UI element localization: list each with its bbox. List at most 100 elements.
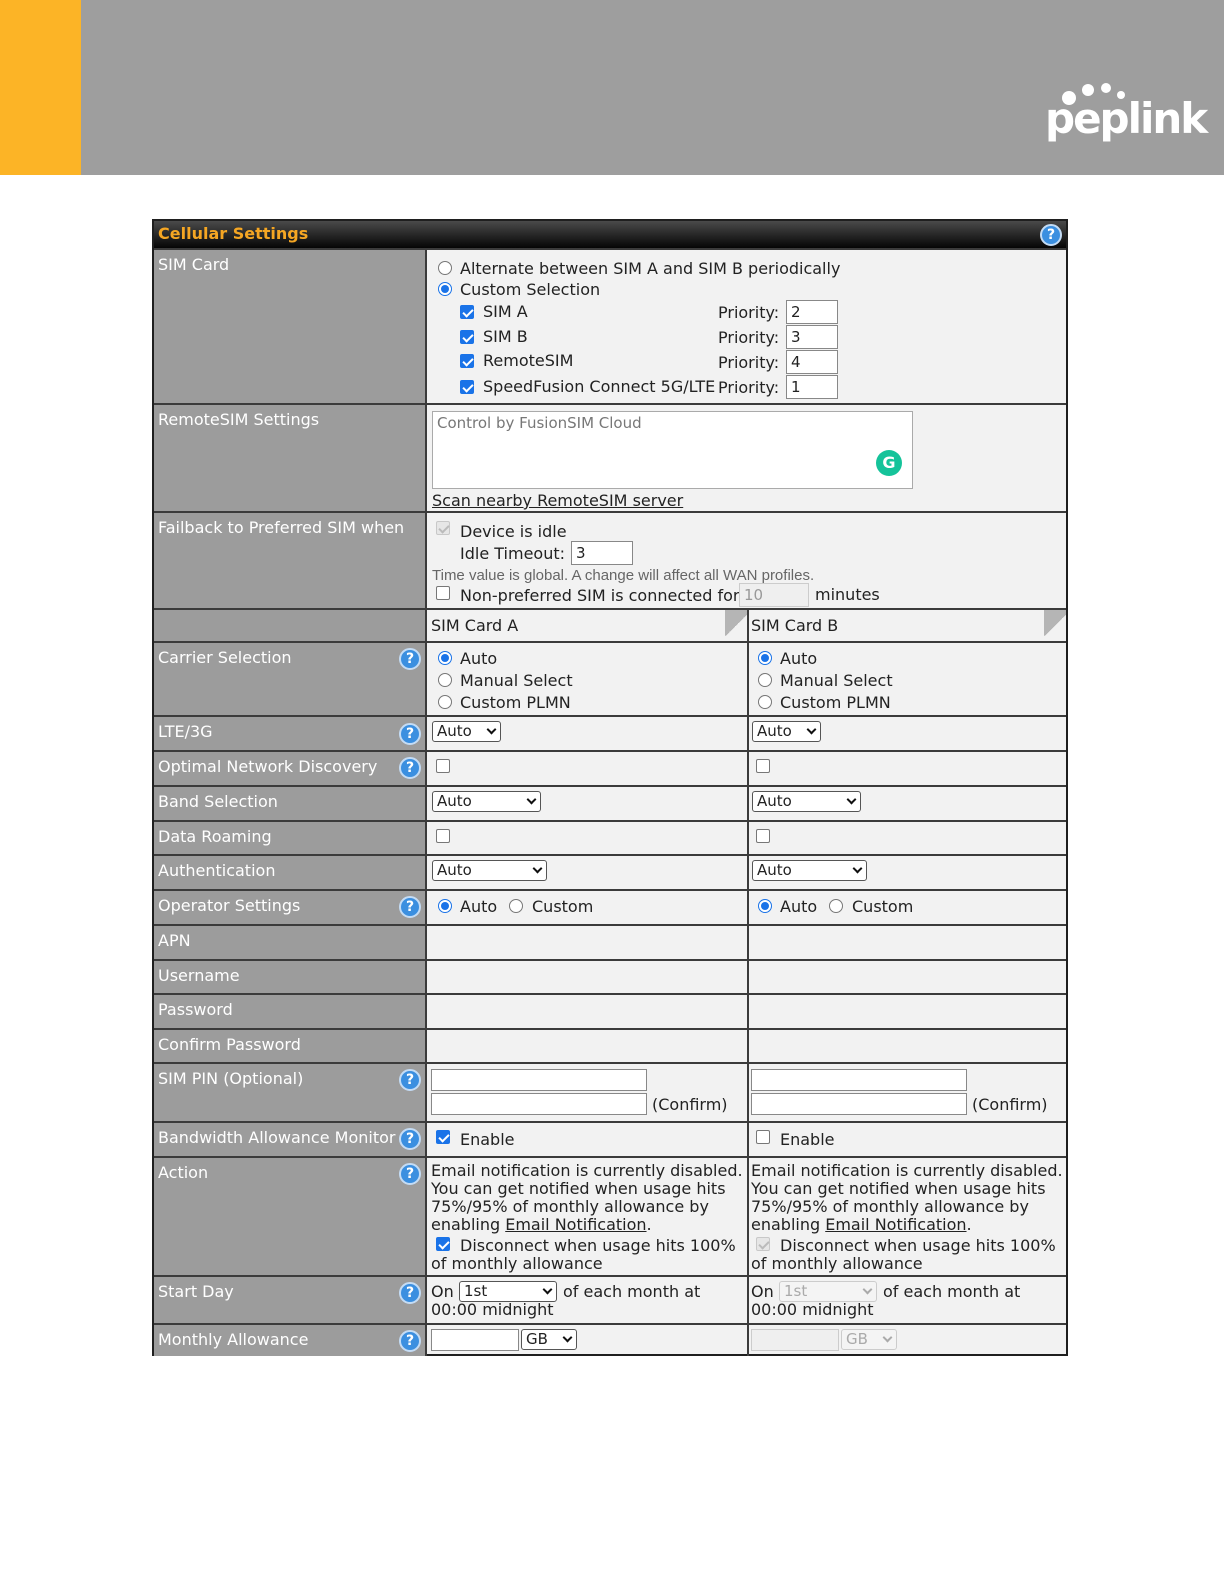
email-notification-link[interactable]: Email Notification	[825, 1215, 966, 1234]
row-password: Password	[154, 993, 1066, 1028]
row-remotesim: RemoteSIM Settings Control by FusionSIM …	[154, 403, 1066, 511]
row-label: RemoteSIM Settings	[158, 410, 320, 429]
minutes-label: minutes	[815, 585, 880, 604]
help-icon[interactable]: ?	[399, 1330, 421, 1352]
help-icon[interactable]: ?	[1040, 224, 1062, 246]
chevron-down-icon	[562, 1332, 573, 1343]
band-a-select[interactable]: Auto	[432, 791, 541, 812]
custom-selection-radio[interactable]	[438, 282, 452, 296]
row-bandwidth-monitor: Bandwidth Allowance Monitor? Enable Enab…	[154, 1121, 1066, 1156]
unit-b-select[interactable]: GB	[841, 1329, 897, 1350]
help-icon[interactable]: ?	[399, 1163, 421, 1185]
disconnect-b-checkbox[interactable]	[756, 1237, 770, 1251]
device-idle-label: Device is idle	[460, 522, 567, 541]
monthly-allowance-b-input[interactable]	[751, 1329, 839, 1351]
remotesim-textarea[interactable]: Control by FusionSIM Cloud G	[432, 411, 913, 489]
remotesim-label: RemoteSIM	[483, 351, 574, 370]
enable-label: Enable	[780, 1130, 835, 1149]
carrier-a-auto-radio[interactable]	[438, 651, 452, 665]
row-label: Authentication	[158, 861, 276, 880]
remotesim-priority-input[interactable]: 4	[786, 350, 838, 374]
lte-b-select[interactable]: Auto	[752, 721, 821, 742]
row-label: Data Roaming	[158, 827, 272, 846]
unit-a-select[interactable]: GB	[521, 1329, 577, 1350]
month-suffix-label: of each month at	[883, 1282, 1021, 1301]
remotesim-checkbox[interactable]	[460, 354, 474, 368]
idle-timeout-input[interactable]: 3	[571, 541, 633, 565]
nonpreferred-minutes-input[interactable]: 10	[739, 583, 809, 607]
carrier-b-manual-radio[interactable]	[758, 673, 772, 687]
sim-card-a-title: SIM Card A	[431, 616, 519, 635]
optimal-b-checkbox[interactable]	[756, 759, 770, 773]
row-label: SIM PIN (Optional)	[158, 1069, 304, 1088]
time-label: 00:00 midnight	[751, 1300, 874, 1319]
operator-auto-label: Auto	[460, 897, 498, 916]
sim-a-checkbox[interactable]	[460, 305, 474, 319]
carrier-b-auto-radio[interactable]	[758, 651, 772, 665]
grammarly-icon[interactable]: G	[876, 450, 902, 476]
row-label: Password	[158, 1000, 233, 1019]
help-icon[interactable]: ?	[399, 757, 421, 779]
speedfusion-checkbox[interactable]	[460, 380, 474, 394]
operator-b-auto-radio[interactable]	[758, 899, 772, 913]
operator-b-custom-radio[interactable]	[829, 899, 843, 913]
action-note-line: You can get notified when usage hits	[431, 1179, 726, 1198]
operator-a-custom-radio[interactable]	[509, 899, 523, 913]
row-label: Username	[158, 966, 240, 985]
help-icon[interactable]: ?	[399, 1282, 421, 1304]
email-notification-link[interactable]: Email Notification	[505, 1215, 646, 1234]
scan-remotesim-link[interactable]: Scan nearby RemoteSIM server	[432, 491, 683, 510]
monthly-allowance-a-input[interactable]	[431, 1329, 519, 1351]
help-icon[interactable]: ?	[399, 896, 421, 918]
start-day-b-select[interactable]: 1st	[779, 1281, 877, 1302]
row-label: Start Day	[158, 1282, 234, 1301]
priority-label: Priority:	[718, 378, 780, 397]
help-icon[interactable]: ?	[399, 723, 421, 745]
sim-pin-a-confirm-input[interactable]	[431, 1093, 647, 1115]
logo-wordmark: peplink	[1045, 94, 1208, 143]
roaming-b-checkbox[interactable]	[756, 829, 770, 843]
operator-a-auto-radio[interactable]	[438, 899, 452, 913]
roaming-a-checkbox[interactable]	[436, 829, 450, 843]
row-band-selection: Band Selection Auto Auto	[154, 785, 1066, 820]
carrier-a-manual-radio[interactable]	[438, 673, 452, 687]
help-icon[interactable]: ?	[399, 648, 421, 670]
carrier-option-label: Auto	[460, 649, 498, 668]
carrier-option-label: Auto	[780, 649, 818, 668]
row-authentication: Authentication Auto Auto	[154, 854, 1066, 889]
row-label: Bandwidth Allowance Monitor	[158, 1128, 396, 1147]
sim-pin-b-confirm-input[interactable]	[751, 1093, 967, 1115]
auth-a-select[interactable]: Auto	[432, 860, 547, 881]
bandwidth-a-enable-checkbox[interactable]	[436, 1130, 450, 1144]
enable-label: Enable	[460, 1130, 515, 1149]
carrier-a-plmn-radio[interactable]	[438, 695, 452, 709]
carrier-b-plmn-radio[interactable]	[758, 695, 772, 709]
sim-a-priority-input[interactable]: 2	[786, 300, 838, 324]
bandwidth-b-enable-checkbox[interactable]	[756, 1130, 770, 1144]
sim-b-priority-input[interactable]: 3	[786, 325, 838, 349]
disconnect-label: of monthly allowance	[431, 1254, 603, 1273]
help-icon[interactable]: ?	[399, 1128, 421, 1150]
row-start-day: Start Day? On 1st of each month at 00:00…	[154, 1275, 1066, 1323]
sim-pin-a-input[interactable]	[431, 1069, 647, 1091]
start-day-a-select[interactable]: 1st	[459, 1281, 557, 1302]
help-icon[interactable]: ?	[399, 1069, 421, 1091]
sim-pin-b-input[interactable]	[751, 1069, 967, 1091]
row-label: Optimal Network Discovery	[158, 757, 378, 776]
action-note-line: enabling Email Notification.	[751, 1215, 972, 1234]
row-lte: LTE/3G? Auto Auto	[154, 715, 1066, 750]
optimal-a-checkbox[interactable]	[436, 759, 450, 773]
disconnect-a-checkbox[interactable]	[436, 1237, 450, 1251]
band-b-select[interactable]: Auto	[752, 791, 861, 812]
priority-label: Priority:	[718, 303, 780, 322]
speedfusion-priority-input[interactable]: 1	[786, 375, 838, 399]
alternate-sim-radio[interactable]	[438, 261, 452, 275]
auth-b-select[interactable]: Auto	[752, 860, 867, 881]
nonpreferred-checkbox[interactable]	[436, 586, 450, 600]
row-label: SIM Card	[158, 255, 230, 274]
chevron-down-icon	[486, 724, 497, 735]
device-idle-checkbox[interactable]	[436, 521, 450, 535]
sim-b-checkbox[interactable]	[460, 330, 474, 344]
chevron-down-icon	[532, 863, 543, 874]
lte-a-select[interactable]: Auto	[432, 721, 501, 742]
